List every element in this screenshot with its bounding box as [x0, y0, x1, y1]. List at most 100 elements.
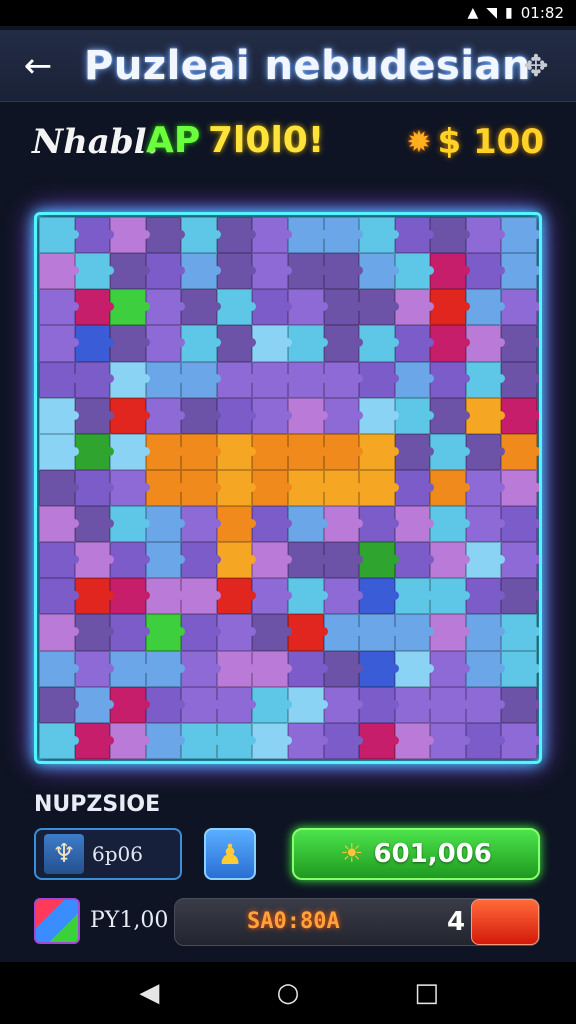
puzzle-piece[interactable]: [252, 506, 292, 543]
puzzle-piece[interactable]: [288, 722, 328, 759]
puzzle-piece[interactable]: [216, 722, 256, 759]
puzzle-piece[interactable]: [252, 433, 292, 470]
puzzle-piece[interactable]: [216, 217, 256, 254]
puzzle-piece[interactable]: [74, 578, 114, 615]
puzzle-piece[interactable]: [430, 469, 470, 507]
puzzle-piece[interactable]: [216, 325, 256, 362]
puzzle-piece[interactable]: [39, 217, 79, 254]
puzzle-piece[interactable]: [501, 722, 539, 759]
puzzle-piece[interactable]: [465, 469, 505, 507]
puzzle-piece[interactable]: [181, 289, 221, 326]
cube-icon[interactable]: [34, 898, 80, 944]
puzzle-piece[interactable]: [323, 542, 363, 579]
puzzle-piece[interactable]: [252, 217, 292, 254]
puzzle-piece[interactable]: [323, 289, 363, 326]
puzzle-piece[interactable]: [394, 289, 434, 326]
puzzle-piece[interactable]: [394, 542, 434, 579]
puzzle-piece[interactable]: [394, 506, 434, 543]
puzzle-piece[interactable]: [501, 253, 539, 290]
puzzle-piece[interactable]: [359, 289, 399, 326]
puzzle-piece[interactable]: [394, 578, 434, 615]
puzzle-piece[interactable]: [110, 469, 150, 507]
puzzle-piece[interactable]: [501, 289, 539, 326]
puzzle-piece[interactable]: [394, 361, 434, 398]
puzzle-piece[interactable]: [394, 217, 434, 254]
puzzle-piece[interactable]: [39, 614, 79, 651]
puzzle-piece[interactable]: [216, 433, 256, 470]
puzzle-piece[interactable]: [74, 469, 114, 507]
puzzle-piece[interactable]: [74, 325, 114, 362]
puzzle-piece[interactable]: [359, 542, 399, 579]
puzzle-piece[interactable]: [216, 686, 256, 723]
puzzle-piece[interactable]: [288, 578, 328, 615]
puzzle-piece[interactable]: [394, 397, 434, 434]
puzzle-piece[interactable]: [74, 361, 114, 398]
puzzle-piece[interactable]: [501, 361, 539, 398]
red-action-button[interactable]: [471, 899, 539, 945]
puzzle-piece[interactable]: [501, 506, 539, 543]
puzzle-piece[interactable]: [181, 506, 221, 543]
puzzle-piece[interactable]: [323, 217, 363, 254]
puzzle-piece[interactable]: [145, 433, 185, 470]
puzzle-piece[interactable]: [323, 253, 363, 290]
puzzle-piece[interactable]: [501, 325, 539, 362]
puzzle-piece[interactable]: [430, 542, 470, 579]
puzzle-piece[interactable]: [145, 361, 185, 398]
puzzle-piece[interactable]: [465, 433, 505, 470]
collect-button[interactable]: ☀ 601,006: [292, 828, 540, 880]
puzzle-piece[interactable]: [465, 217, 505, 254]
puzzle-piece[interactable]: [359, 506, 399, 543]
puzzle-piece[interactable]: [323, 722, 363, 759]
puzzle-piece[interactable]: [145, 217, 185, 254]
puzzle-piece[interactable]: [288, 469, 328, 507]
puzzle-piece[interactable]: [74, 253, 114, 290]
puzzle-piece[interactable]: [430, 217, 470, 254]
puzzle-piece[interactable]: [252, 253, 292, 290]
puzzle-piece[interactable]: [39, 289, 79, 326]
puzzle-piece[interactable]: [145, 686, 185, 723]
puzzle-piece[interactable]: [39, 361, 79, 398]
puzzle-piece[interactable]: [465, 506, 505, 543]
puzzle-piece[interactable]: [323, 578, 363, 615]
puzzle-piece[interactable]: [323, 397, 363, 434]
puzzle-piece[interactable]: [110, 289, 150, 326]
puzzle-piece[interactable]: [216, 650, 256, 687]
puzzle-piece[interactable]: [181, 650, 221, 687]
puzzle-piece[interactable]: [288, 542, 328, 579]
puzzle-piece[interactable]: [39, 397, 79, 434]
puzzle-piece[interactable]: [252, 397, 292, 434]
puzzle-piece[interactable]: [145, 578, 185, 615]
puzzle-piece[interactable]: [110, 253, 150, 290]
puzzle-piece[interactable]: [359, 361, 399, 398]
puzzle-grid[interactable]: [39, 217, 539, 759]
puzzle-piece[interactable]: [110, 542, 150, 579]
puzzle-piece[interactable]: [501, 397, 539, 434]
puzzle-piece[interactable]: [359, 650, 399, 687]
puzzle-piece[interactable]: [288, 217, 328, 254]
puzzle-piece[interactable]: [430, 686, 470, 723]
puzzle-piece[interactable]: [110, 578, 150, 615]
puzzle-piece[interactable]: [181, 578, 221, 615]
puzzle-piece[interactable]: [288, 686, 328, 723]
puzzle-piece[interactable]: [465, 686, 505, 723]
puzzle-piece[interactable]: [430, 578, 470, 615]
puzzle-piece[interactable]: [465, 542, 505, 579]
puzzle-piece[interactable]: [181, 325, 221, 362]
puzzle-piece[interactable]: [39, 253, 79, 290]
puzzle-piece[interactable]: [74, 686, 114, 723]
puzzle-piece[interactable]: [74, 722, 114, 759]
puzzle-piece[interactable]: [74, 289, 114, 326]
puzzle-piece[interactable]: [216, 361, 256, 398]
puzzle-piece[interactable]: [323, 433, 363, 470]
puzzle-piece[interactable]: [252, 722, 292, 759]
puzzle-piece[interactable]: [216, 397, 256, 434]
puzzle-piece[interactable]: [359, 433, 399, 470]
puzzle-piece[interactable]: [465, 614, 505, 651]
puzzle-piece[interactable]: [145, 614, 185, 651]
puzzle-piece[interactable]: [145, 542, 185, 579]
puzzle-piece[interactable]: [430, 289, 470, 326]
puzzle-piece[interactable]: [145, 469, 185, 507]
puzzle-piece[interactable]: [359, 578, 399, 615]
puzzle-piece[interactable]: [74, 217, 114, 254]
puzzle-piece[interactable]: [181, 542, 221, 579]
